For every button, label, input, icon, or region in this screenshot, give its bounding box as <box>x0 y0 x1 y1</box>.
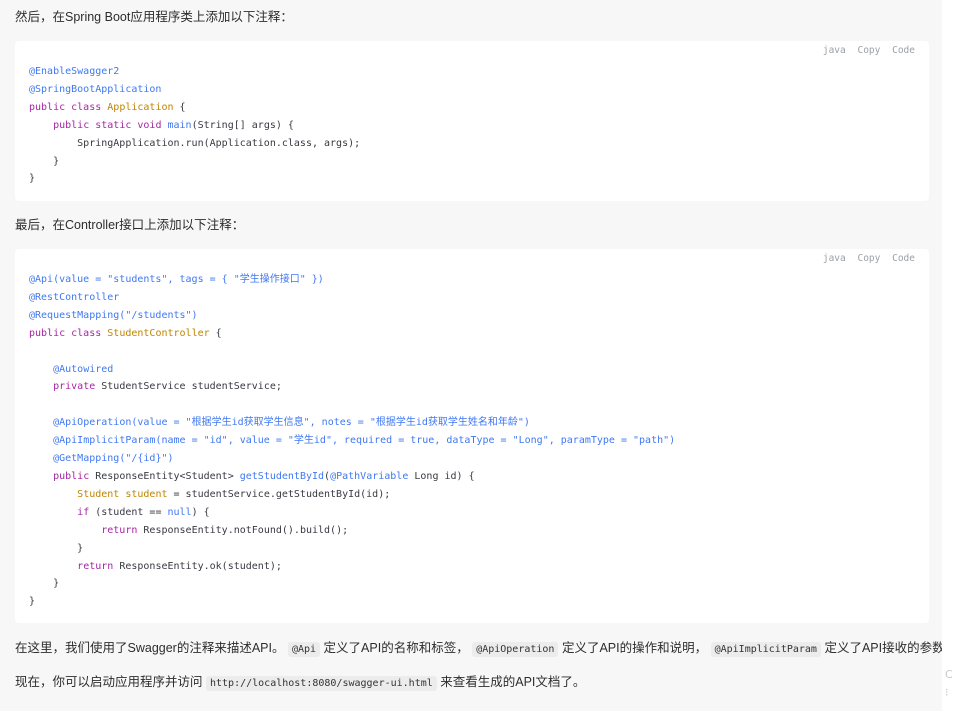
code-header: java Copy Code <box>817 45 915 56</box>
code-line: Student student = studentService.getStud… <box>77 488 391 500</box>
code-line: @ApiImplicitParam(name = "id", value = "… <box>53 435 676 447</box>
outro-text-1: 在这里，我们使用了Swagger的注释来描述API。 @Api 定义了API的名… <box>15 639 954 659</box>
code-line: @EnableSwagger2 <box>29 66 120 77</box>
code-line: @SpringBootApplication <box>29 83 162 95</box>
code-content: @EnableSwagger2 @SpringBootApplication pub… <box>29 63 360 188</box>
code-line: SpringApplication.run(Application.class,… <box>29 137 361 149</box>
outro-text-part: 在这里，我们使用了Swagger的注释来描述API。 <box>15 641 285 655</box>
code-line: } <box>29 578 60 590</box>
intro-text-1: 然后，在Spring Boot应用程序类上添加以下注释： <box>15 10 293 24</box>
copy-button[interactable]: Copy <box>857 45 880 56</box>
code-line: public class Application { <box>29 101 186 113</box>
intro-text-2: 最后，在Controller接口上添加以下注释： <box>15 218 245 232</box>
language-label: java <box>822 253 846 264</box>
language-label: java <box>822 45 846 56</box>
code-line: @RestController <box>29 291 120 303</box>
code-line: } <box>29 173 36 185</box>
code-line: if (student == null) { <box>77 506 210 518</box>
code-line: public class StudentController { <box>29 327 222 339</box>
inline-code-apiimplicitparam: @ApiImplicitParam <box>710 642 821 657</box>
code-line: } <box>29 596 36 608</box>
outro-text-2: 现在，你可以启动应用程序并访问 http://localhost:8080/sw… <box>15 673 585 693</box>
outro-text-part: 现在，你可以启动应用程序并访问 <box>15 675 203 689</box>
inline-code-url: http://localhost:8080/swagger-ui.html <box>206 676 437 691</box>
code-block-1: java Copy Code @EnableSwagger2 @SpringBoo… <box>15 41 929 201</box>
code-label: Code <box>892 253 915 264</box>
code-line: @GetMapping("/{id}") <box>53 453 174 465</box>
outro-text-part: 来查看生成的API文档了。 <box>440 675 586 689</box>
code-block-2: java Copy Code @Api(value = "students", … <box>15 249 929 623</box>
outro-text-part: 定义了API的操作和说明， <box>561 641 708 655</box>
code-line: public static void main(String[] args) { <box>53 119 294 131</box>
inline-code-apioperation: @ApiOperation <box>472 642 559 657</box>
more-icon: ⁝ <box>945 686 949 699</box>
code-line: @Autowired <box>53 363 114 375</box>
copy-button[interactable]: Copy <box>857 253 880 264</box>
inline-code-api: @Api <box>287 642 321 657</box>
code-line: @Api(value = "students", tags = { "学生操作接… <box>29 274 324 285</box>
code-content: @Api(value = "students", tags = { "学生操作接… <box>29 271 675 611</box>
scroll-icon: C <box>945 668 953 681</box>
code-line: private StudentService studentService; <box>53 381 282 393</box>
code-label: Code <box>892 45 915 56</box>
scrollbar-gutter[interactable] <box>942 0 954 711</box>
outro-text-part: 定义了API接收的参数。 <box>824 641 954 655</box>
code-line: return ResponseEntity.ok(student); <box>77 560 282 572</box>
code-line: } <box>29 155 60 167</box>
outro-text-part: 定义了API的名称和标签， <box>323 641 469 655</box>
chat-message-panel: 然后，在Spring Boot应用程序类上添加以下注释： java Copy C… <box>0 0 954 711</box>
code-line: return ResponseEntity.notFound().build()… <box>101 524 349 536</box>
code-line: @ApiOperation(value = "根据学生id获取学生信息", no… <box>53 417 530 429</box>
code-line: @RequestMapping("/students") <box>29 309 198 321</box>
code-header: java Copy Code <box>817 253 915 264</box>
code-line: } <box>29 542 84 554</box>
code-line: public ResponseEntity<Student> getStuden… <box>53 470 475 482</box>
